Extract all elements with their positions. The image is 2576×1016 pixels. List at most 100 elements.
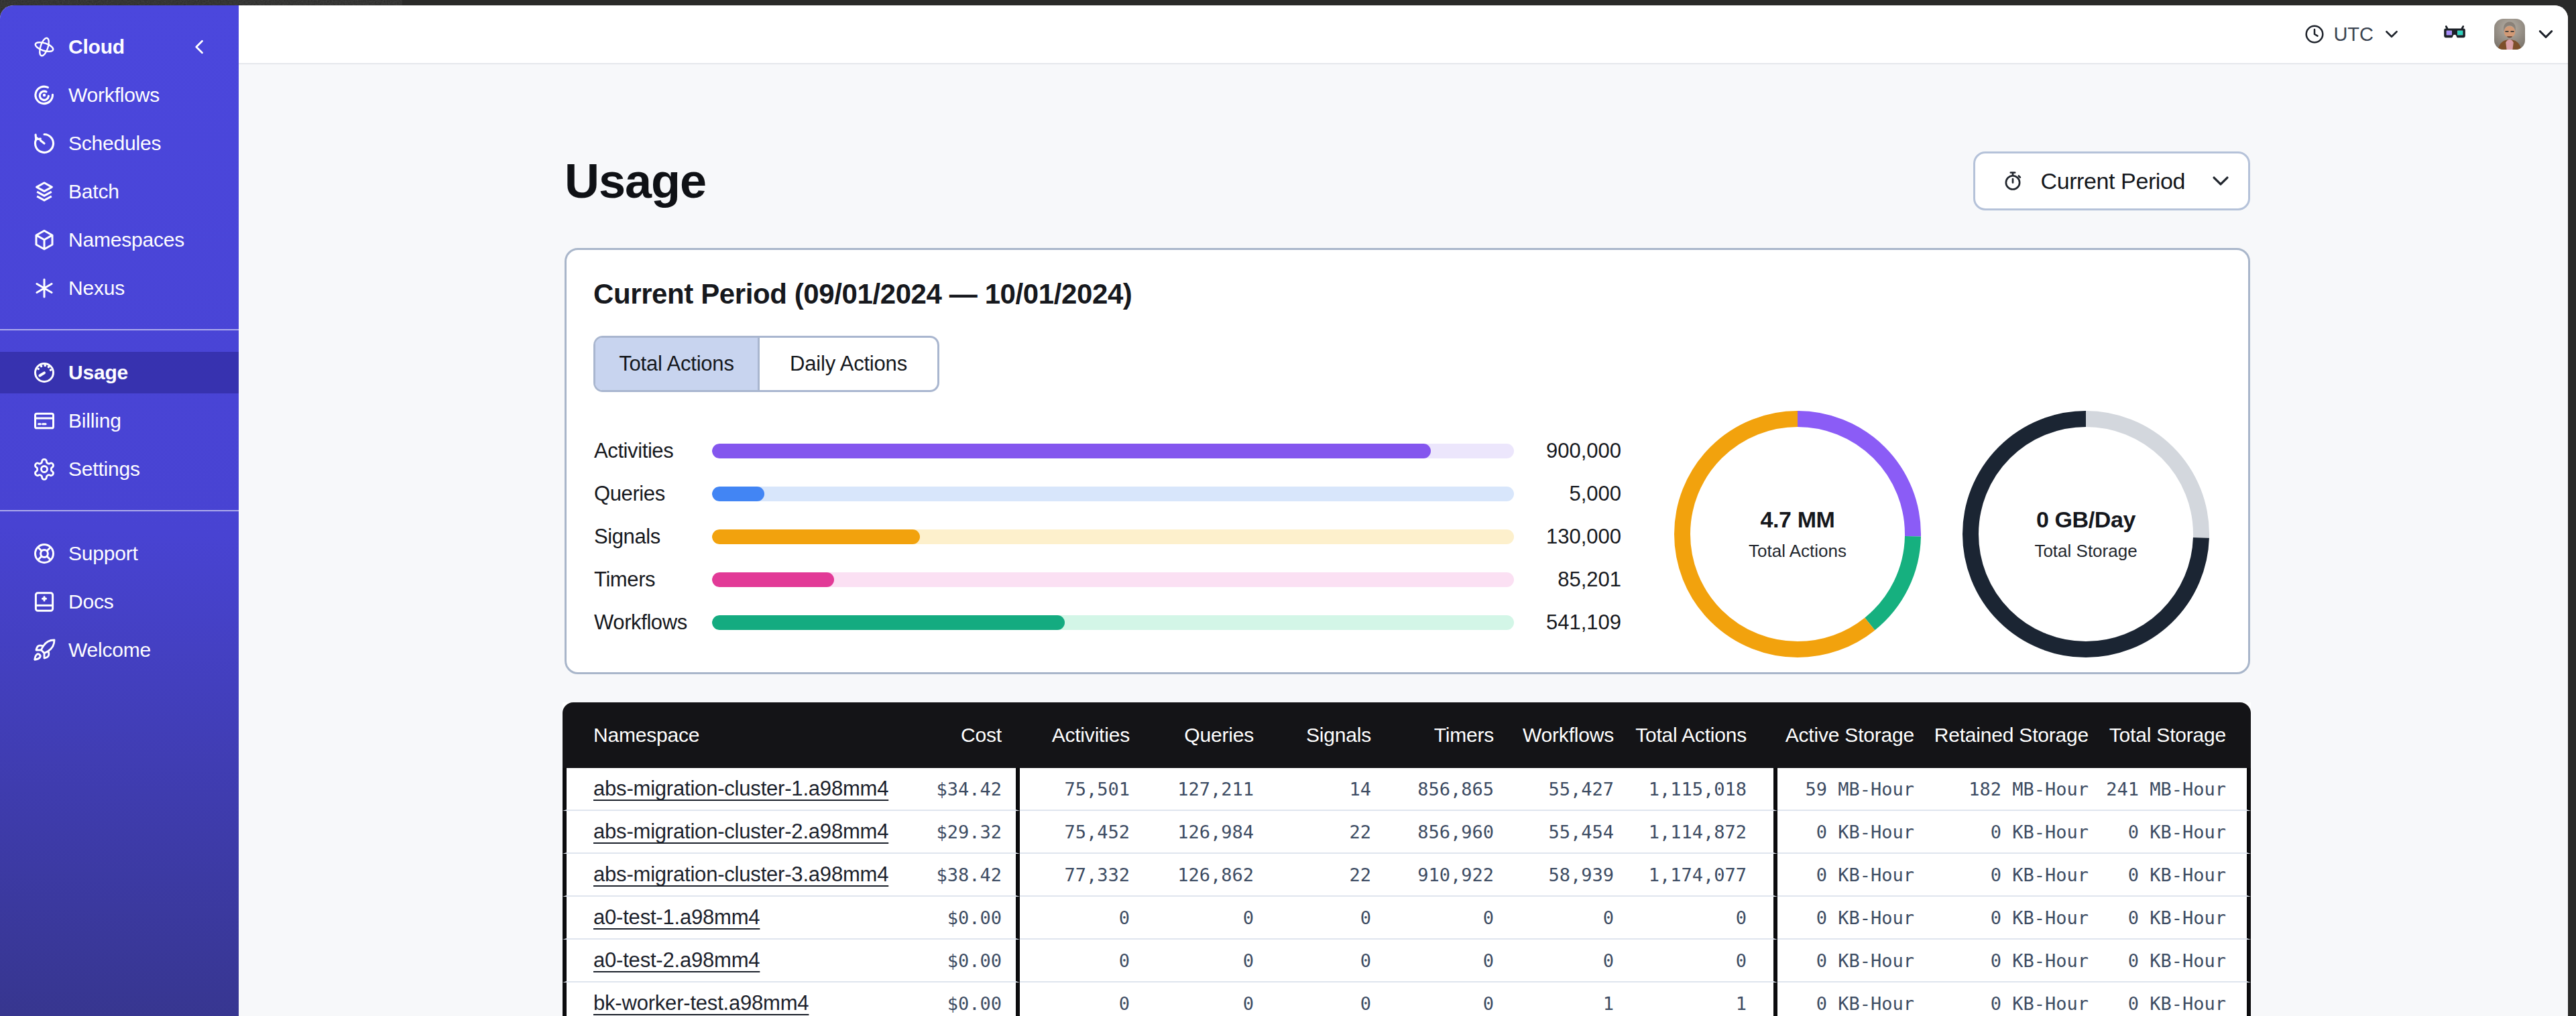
table-cell: 0 [1371, 940, 1494, 982]
tab-daily-actions[interactable]: Daily Actions [758, 338, 937, 390]
bar-track [712, 487, 1514, 501]
sidebar-item-label: Namespaces [68, 229, 184, 251]
column-header-retained-storage: Retained Storage [1918, 702, 2093, 768]
table-cell: 0 KB-Hour [1777, 811, 1918, 854]
bar-label: Signals [594, 525, 712, 549]
labs-glasses-icon[interactable] [2442, 21, 2467, 47]
table-cell: 127,211 [1130, 768, 1254, 811]
bar-label: Timers [594, 568, 712, 592]
sidebar-item-label: Docs [68, 590, 114, 613]
content-scroll: Usage Current Period Current Period (09/… [239, 64, 2568, 1016]
period-select-button[interactable]: Current Period [1973, 151, 2251, 210]
table-cell: 0 [1130, 897, 1254, 940]
table-cell: 55,427 [1494, 768, 1614, 811]
sidebar-item-workflows[interactable]: Workflows [0, 74, 239, 116]
table-cell: $0.00 [922, 897, 1020, 940]
avatar-image [2494, 19, 2525, 50]
column-header-cost: Cost [922, 702, 1020, 768]
table-cell: 0 KB-Hour [1777, 854, 1918, 897]
table-cell: 0 KB-Hour [1918, 897, 2093, 940]
table-cell: 1,114,872 [1614, 811, 1777, 854]
tab-total-actions[interactable]: Total Actions [595, 338, 758, 390]
donut-center-value: 0 GB/Day [2036, 505, 2135, 534]
table-row: bk-worker-test.a98mm4$0.000000110 KB-Hou… [563, 982, 2251, 1016]
usage-bars-chart: Activities900,000Queries5,000Signals130,… [594, 430, 1621, 644]
main-area: UTC [239, 5, 2568, 1016]
bar-label: Workflows [594, 611, 712, 635]
table-cell: 0 [1020, 897, 1130, 940]
sidebar-item-batch[interactable]: Batch [0, 171, 239, 212]
table-cell: 0 KB-Hour [1918, 811, 2093, 854]
sidebar-brand-cloud[interactable]: Cloud [0, 26, 239, 68]
namespace-link[interactable]: abs-migration-cluster-3.a98mm4 [593, 863, 888, 886]
bar-label: Queries [594, 482, 712, 506]
donut-center-label: Total Actions [1749, 538, 1847, 564]
table-cell: 0 KB-Hour [1777, 940, 1918, 982]
bar-value: 85,201 [1514, 568, 1621, 592]
sidebar-item-welcome[interactable]: Welcome [0, 629, 239, 671]
sidebar-item-nexus[interactable]: Nexus [0, 267, 239, 309]
timezone-dropdown[interactable]: UTC [2304, 23, 2400, 46]
bar-track [712, 615, 1514, 630]
sidebar: Cloud Workflows Schedules Batch Namespaces Ne… [0, 5, 239, 1016]
sidebar-item-label: Welcome [68, 639, 151, 661]
bar-value: 541,109 [1514, 611, 1621, 635]
table-cell: 59 MB-Hour [1777, 768, 1918, 811]
batch-icon [32, 180, 56, 204]
sidebar-item-support[interactable]: Support [0, 533, 239, 574]
table-row: a0-test-2.a98mm4$0.000000000 KB-Hour0 KB… [563, 940, 2251, 982]
bar-track [712, 529, 1514, 544]
sidebar-collapse-button[interactable] [190, 38, 209, 56]
column-header-total-actions: Total Actions [1614, 702, 1777, 768]
namespace-link[interactable]: abs-migration-cluster-2.a98mm4 [593, 820, 888, 843]
bar-track [712, 572, 1514, 587]
table-cell: 77,332 [1020, 854, 1130, 897]
bar-track [712, 444, 1514, 458]
app-window: Cloud Workflows Schedules Batch Namespaces Ne… [0, 5, 2568, 1016]
avatar[interactable] [2494, 19, 2525, 50]
table-cell: 1,115,018 [1614, 768, 1777, 811]
chevron-down-icon [2383, 25, 2400, 43]
table-cell: 1,174,077 [1614, 854, 1777, 897]
namespace-link[interactable]: abs-migration-cluster-1.a98mm4 [593, 777, 888, 800]
column-header-timers: Timers [1371, 702, 1494, 768]
stopwatch-icon [2002, 170, 2024, 192]
sidebar-item-namespaces[interactable]: Namespaces [0, 219, 239, 261]
bar-value: 900,000 [1514, 439, 1621, 463]
table-cell: 0 [1254, 940, 1371, 982]
sidebar-item-label: Billing [68, 409, 121, 432]
table-cell: 14 [1254, 768, 1371, 811]
namespace-link[interactable]: bk-worker-test.a98mm4 [593, 991, 809, 1015]
table-cell: 0 KB-Hour [2093, 940, 2251, 982]
sidebar-item-docs[interactable]: Docs [0, 581, 239, 623]
welcome-icon [32, 638, 56, 662]
bar-value: 130,000 [1514, 525, 1621, 549]
table-cell: 856,865 [1371, 768, 1494, 811]
support-icon [32, 542, 56, 566]
table-cell: 0 [1371, 897, 1494, 940]
nexus-icon [32, 276, 56, 300]
table-cell: 0 KB-Hour [2093, 897, 2251, 940]
namespace-link[interactable]: a0-test-2.a98mm4 [593, 948, 760, 972]
table-row: abs-migration-cluster-1.a98mm4$34.4275,5… [563, 768, 2251, 811]
settings-icon [32, 457, 56, 481]
sidebar-item-usage[interactable]: Usage [0, 352, 239, 393]
column-header-queries: Queries [1130, 702, 1254, 768]
sidebar-item-label: Usage [68, 361, 128, 384]
sidebar-item-billing[interactable]: Billing [0, 400, 239, 442]
sidebar-item-settings[interactable]: Settings [0, 448, 239, 490]
bar-row-queries: Queries5,000 [594, 472, 1621, 515]
chevron-down-icon [2209, 170, 2232, 192]
sidebar-item-schedules[interactable]: Schedules [0, 123, 239, 164]
donut-center-label: Total Storage [2034, 538, 2137, 564]
account-chevron-down-icon[interactable] [2536, 24, 2556, 44]
page-title: Usage [565, 154, 706, 208]
bar-fill [712, 572, 834, 587]
sidebar-item-label: Settings [68, 458, 140, 481]
actions-tabs: Total ActionsDaily Actions [593, 336, 939, 392]
namespace-link[interactable]: a0-test-1.a98mm4 [593, 905, 760, 929]
column-header-active-storage: Active Storage [1777, 702, 1918, 768]
schedules-icon [32, 131, 56, 155]
table-cell: 856,960 [1371, 811, 1494, 854]
table-cell: 0 [1020, 940, 1130, 982]
